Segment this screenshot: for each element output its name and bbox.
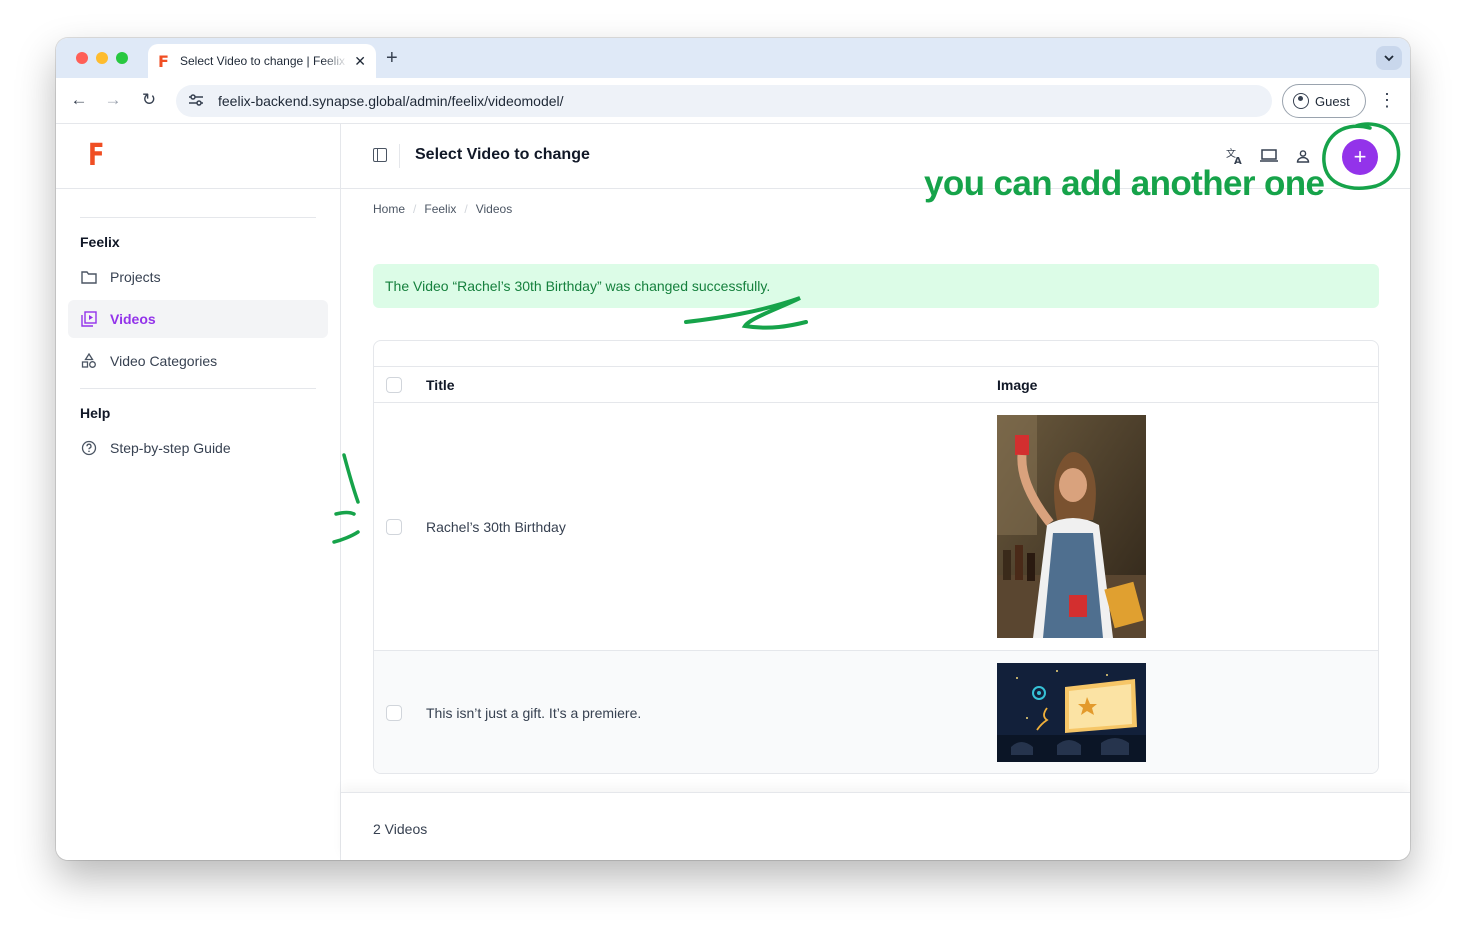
annotation-text: you can add another one — [924, 164, 1325, 203]
success-message: The Video “Rachel’s 30th Birthday” was c… — [373, 264, 1379, 308]
sidebar-heading-help: Help — [80, 405, 111, 421]
table-toolbar — [374, 341, 1378, 367]
folder-icon — [80, 268, 98, 286]
help-circle-icon — [80, 439, 98, 457]
category-icon — [80, 352, 98, 370]
sidebar-toggle-icon[interactable] — [373, 148, 387, 162]
breadcrumb: Home / Feelix / Videos — [373, 202, 512, 216]
table-row: This isn’t just a gift. It’s a premiere. — [374, 651, 1378, 773]
table-row: Rachel’s 30th Birthday — [374, 403, 1378, 651]
close-tab-icon[interactable]: ✕ — [354, 53, 366, 70]
video-library-icon — [80, 310, 98, 328]
profile-label: Guest — [1315, 93, 1350, 109]
tab-strip: F Select Video to change | Feelix ✕ + — [56, 38, 1410, 78]
breadcrumb-feelix[interactable]: Feelix — [424, 202, 456, 216]
table-header: Title Image — [374, 367, 1378, 403]
admin-app: F Feelix Projects Videos Video Categorie… — [56, 124, 1410, 860]
close-window-button[interactable] — [76, 52, 88, 64]
sidebar: F Feelix Projects Videos Video Categorie… — [56, 124, 341, 860]
sidebar-item-label: Videos — [110, 311, 156, 327]
sidebar-item-projects[interactable]: Projects — [68, 258, 328, 296]
sidebar-item-videos[interactable]: Videos — [68, 300, 328, 338]
favicon-icon: F — [158, 51, 169, 71]
browser-menu-icon[interactable]: ⋮ — [1378, 90, 1396, 111]
maximize-window-button[interactable] — [116, 52, 128, 64]
browser-tab[interactable]: F Select Video to change | Feelix ✕ — [148, 44, 376, 78]
sidebar-header: F — [56, 124, 340, 189]
page-title: Select Video to change — [415, 146, 590, 163]
sidebar-item-guide[interactable]: Step-by-step Guide — [68, 429, 328, 467]
breadcrumb-home[interactable]: Home — [373, 202, 405, 216]
column-header-title[interactable]: Title — [426, 377, 455, 393]
minimize-window-button[interactable] — [96, 52, 108, 64]
browser-toolbar: ← → ↻ feelix-backend.synapse.global/admi… — [56, 78, 1410, 124]
sidebar-heading-feelix: Feelix — [80, 234, 120, 250]
sidebar-item-label: Video Categories — [110, 353, 218, 369]
forward-arrow-icon[interactable]: → — [102, 90, 124, 110]
reload-icon[interactable]: ↻ — [138, 90, 160, 110]
breadcrumb-separator: / — [464, 202, 468, 216]
breadcrumb-separator: / — [413, 202, 417, 216]
column-header-image: Image — [997, 377, 1038, 393]
row-title-link[interactable]: Rachel’s 30th Birthday — [426, 519, 566, 535]
site-settings-icon[interactable] — [188, 93, 210, 110]
row-checkbox[interactable] — [386, 705, 402, 721]
sidebar-item-video-categories[interactable]: Video Categories — [68, 342, 328, 380]
table-footer: 2 Videos — [341, 792, 1410, 860]
videos-table: Title Image Rachel’s 30th Birthday This … — [373, 340, 1379, 774]
new-tab-icon[interactable]: + — [386, 47, 398, 70]
breadcrumb-videos: Videos — [475, 202, 513, 216]
profile-button[interactable]: Guest — [1282, 84, 1366, 118]
main-content: Select Video to change 文A + Home / Feeli… — [341, 124, 1410, 860]
tab-search-chevron-icon[interactable] — [1376, 46, 1402, 70]
browser-window: F Select Video to change | Feelix ✕ + ← … — [56, 38, 1410, 860]
feelix-logo[interactable]: F — [88, 138, 104, 173]
select-all-checkbox[interactable] — [386, 377, 402, 393]
header-divider — [399, 144, 400, 168]
profile-icon — [1293, 93, 1309, 109]
url-text: feelix-backend.synapse.global/admin/feel… — [218, 93, 564, 109]
tab-title: Select Video to change | Feelix — [180, 54, 345, 68]
video-thumbnail-image — [997, 415, 1146, 638]
result-count: 2 Videos — [373, 821, 428, 837]
sidebar-item-label: Step-by-step Guide — [110, 440, 231, 456]
add-video-button[interactable]: + — [1342, 139, 1378, 175]
address-bar[interactable]: feelix-backend.synapse.global/admin/feel… — [176, 85, 1272, 117]
row-title-link[interactable]: This isn’t just a gift. It’s a premiere. — [426, 705, 641, 721]
video-thumbnail-image — [997, 663, 1146, 762]
row-checkbox[interactable] — [386, 519, 402, 535]
sidebar-item-label: Projects — [110, 269, 161, 285]
back-arrow-icon[interactable]: ← — [68, 90, 90, 110]
